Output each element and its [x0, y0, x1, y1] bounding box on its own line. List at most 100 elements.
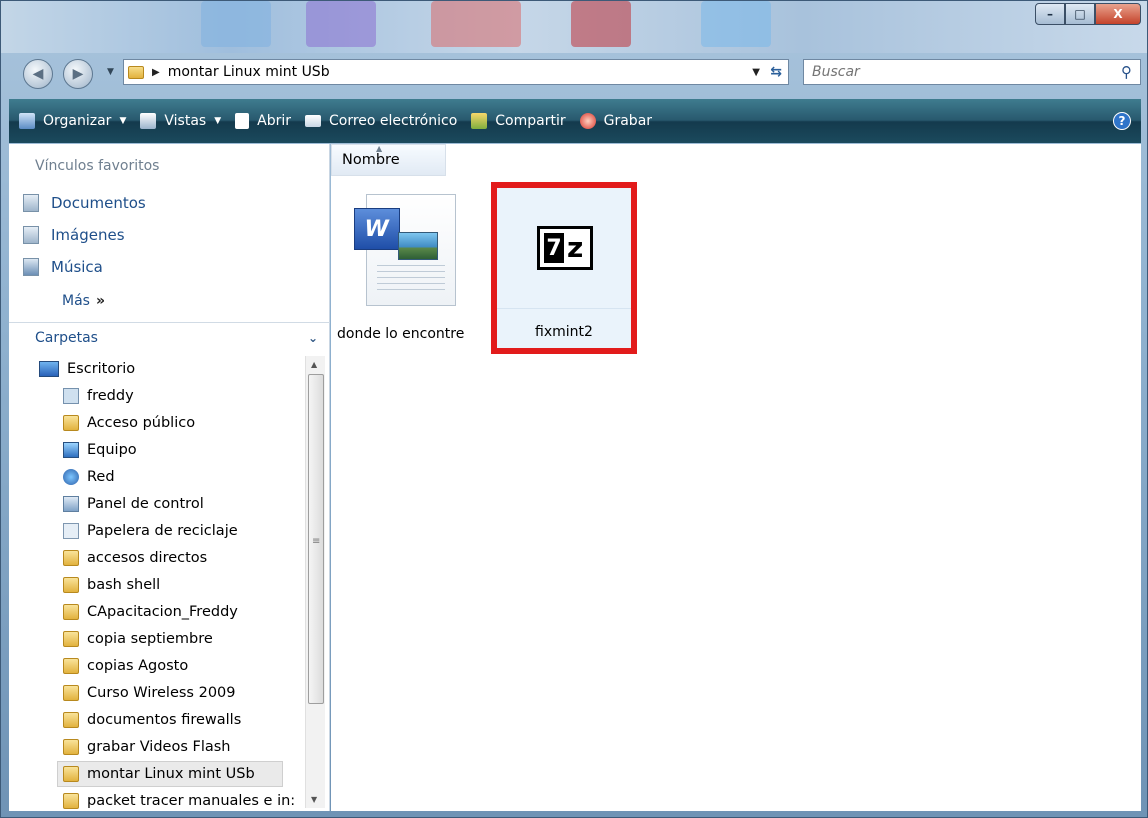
- views-label: Vistas: [164, 113, 207, 129]
- breadcrumb-arrow-icon[interactable]: ▶: [152, 67, 160, 78]
- organize-icon: [19, 113, 35, 129]
- address-path[interactable]: montar Linux mint USb: [168, 64, 330, 80]
- folder-icon: [63, 793, 79, 809]
- tree-item-panel-de-control[interactable]: Panel de control: [63, 491, 204, 517]
- search-input[interactable]: [812, 64, 1102, 80]
- tree-item-copia-septiembre[interactable]: copia septiembre: [63, 626, 213, 652]
- search-box[interactable]: ⚲: [803, 59, 1141, 85]
- tree-item-label: Escritorio: [67, 361, 136, 377]
- tree-item-acceso-publico[interactable]: Acceso público: [63, 410, 195, 436]
- tree-item-papelera[interactable]: Papelera de reciclaje: [63, 518, 238, 544]
- refresh-icon[interactable]: ⇆: [770, 64, 782, 80]
- burn-icon: [579, 113, 596, 129]
- folder-icon: [63, 658, 79, 674]
- organize-label: Organizar: [43, 113, 112, 129]
- sort-arrow-icon: ▲: [376, 144, 383, 153]
- tree-item-label: Panel de control: [87, 496, 204, 512]
- scroll-up-icon[interactable]: ▲: [311, 360, 317, 369]
- control-panel-icon: [63, 496, 79, 512]
- favorite-label: Imágenes: [51, 226, 125, 244]
- tree-item-label: packet tracer manuales e in:: [87, 793, 296, 809]
- tree-item-red[interactable]: Red: [63, 464, 115, 490]
- tree-item-freddy[interactable]: freddy: [63, 383, 134, 409]
- tree-item-label: Curso Wireless 2009: [87, 685, 236, 701]
- tree-item-packet-tracer[interactable]: packet tracer manuales e in:: [63, 788, 303, 814]
- tree-item-curso-wireless[interactable]: Curso Wireless 2009: [63, 680, 236, 706]
- chevron-down-icon[interactable]: ⌄: [308, 331, 318, 345]
- music-icon: [23, 258, 39, 276]
- minimize-button[interactable]: –: [1035, 3, 1065, 25]
- favorite-images[interactable]: Imágenes: [23, 226, 125, 244]
- tree-item-label: freddy: [87, 388, 134, 404]
- forward-arrow-icon[interactable]: ▶: [63, 59, 93, 89]
- address-dropdown-icon[interactable]: ▼: [752, 67, 760, 78]
- search-icon[interactable]: ⚲: [1121, 63, 1132, 81]
- burn-button[interactable]: Grabar: [579, 113, 652, 129]
- tree-item-accesos-directos[interactable]: accesos directos: [63, 545, 207, 571]
- folder-icon: [63, 550, 79, 566]
- favorite-music[interactable]: Música: [23, 258, 103, 276]
- tree-item-grabar-videos[interactable]: grabar Videos Flash: [63, 734, 231, 760]
- column-header-name[interactable]: ▲ Nombre: [331, 144, 446, 176]
- tree-item-label: CApacitacion_Freddy: [87, 604, 238, 620]
- open-button[interactable]: Abrir: [235, 113, 291, 129]
- folder-icon: [63, 415, 79, 431]
- navigation-pane: Vínculos favoritos Documentos Imágenes M…: [9, 144, 330, 811]
- back-arrow-icon[interactable]: ◀: [23, 59, 53, 89]
- tree-item-label: grabar Videos Flash: [87, 739, 231, 755]
- tree-item-capacitacion[interactable]: CApacitacion_Freddy: [63, 599, 238, 625]
- tree-item-label: accesos directos: [87, 550, 208, 566]
- favorite-label: Documentos: [51, 194, 146, 212]
- folders-header[interactable]: Carpetas ⌄: [9, 322, 330, 352]
- computer-icon: [63, 442, 79, 458]
- tree-item-equipo[interactable]: Equipo: [63, 437, 137, 463]
- chevron-down-icon: ▼: [214, 116, 222, 126]
- file-item-word-document[interactable]: W donde lo encontre: [337, 188, 464, 342]
- share-label: Compartir: [495, 113, 566, 129]
- folder-icon: [63, 577, 79, 593]
- open-label: Abrir: [257, 113, 291, 129]
- organize-button[interactable]: Organizar ▼: [19, 113, 126, 129]
- tree-item-label: bash shell: [87, 577, 161, 593]
- address-bar[interactable]: ▶ montar Linux mint USb ▼ ⇆: [123, 59, 789, 85]
- documents-icon: [23, 194, 39, 212]
- file-name: donde lo encontre: [337, 326, 465, 342]
- more-favorites-link[interactable]: Más »: [62, 293, 105, 309]
- favorite-documents[interactable]: Documentos: [23, 194, 146, 212]
- pictures-icon: [23, 226, 39, 244]
- close-button[interactable]: X: [1095, 3, 1141, 25]
- scroll-grip-icon: ≡: [312, 536, 321, 547]
- file-item-7z-archive[interactable]: 7z fixmint2: [491, 182, 637, 354]
- email-button[interactable]: Correo electrónico: [305, 113, 457, 129]
- tree-item-escritorio[interactable]: Escritorio: [39, 356, 135, 382]
- tree-item-label: Red: [87, 469, 115, 485]
- title-bar: – □ X: [1, 1, 1147, 53]
- explorer-window: – □ X ◀ ▶ ▼ ▶ montar Linux mint USb ▼ ⇆ …: [0, 0, 1148, 818]
- user-folder-icon: [63, 388, 79, 404]
- folder-tree-scrollbar[interactable]: ▲ ≡ ▼: [305, 356, 325, 808]
- help-icon[interactable]: ?: [1113, 112, 1131, 130]
- maximize-button[interactable]: □: [1065, 3, 1095, 25]
- desktop-icon: [39, 361, 59, 377]
- views-button[interactable]: Vistas ▼: [140, 113, 221, 129]
- views-icon: [140, 113, 157, 129]
- tree-item-montar-linux-mint[interactable]: montar Linux mint USb: [57, 761, 283, 787]
- tree-item-documentos-firewalls[interactable]: documentos firewalls: [63, 707, 241, 733]
- scroll-down-icon[interactable]: ▼: [311, 795, 317, 804]
- network-icon: [63, 469, 79, 485]
- chevron-down-icon: ▼: [119, 116, 127, 126]
- share-icon: [471, 113, 488, 129]
- folder-icon: [63, 604, 79, 620]
- window-controls: – □ X: [1035, 3, 1141, 27]
- tree-item-copias-agosto[interactable]: copias Agosto: [63, 653, 188, 679]
- tree-item-label: copia septiembre: [87, 631, 213, 647]
- tree-item-bash-shell[interactable]: bash shell: [63, 572, 160, 598]
- double-chevron-icon: »: [95, 293, 105, 309]
- favorites-title: Vínculos favoritos: [35, 158, 160, 174]
- recent-pages-dropdown[interactable]: ▼: [107, 67, 114, 77]
- folder-icon: [63, 685, 79, 701]
- share-button[interactable]: Compartir: [471, 113, 566, 129]
- recycle-bin-icon: [63, 523, 79, 539]
- file-name: fixmint2: [535, 324, 593, 340]
- command-toolbar: Organizar ▼ Vistas ▼ Abrir Correo electr…: [9, 99, 1141, 143]
